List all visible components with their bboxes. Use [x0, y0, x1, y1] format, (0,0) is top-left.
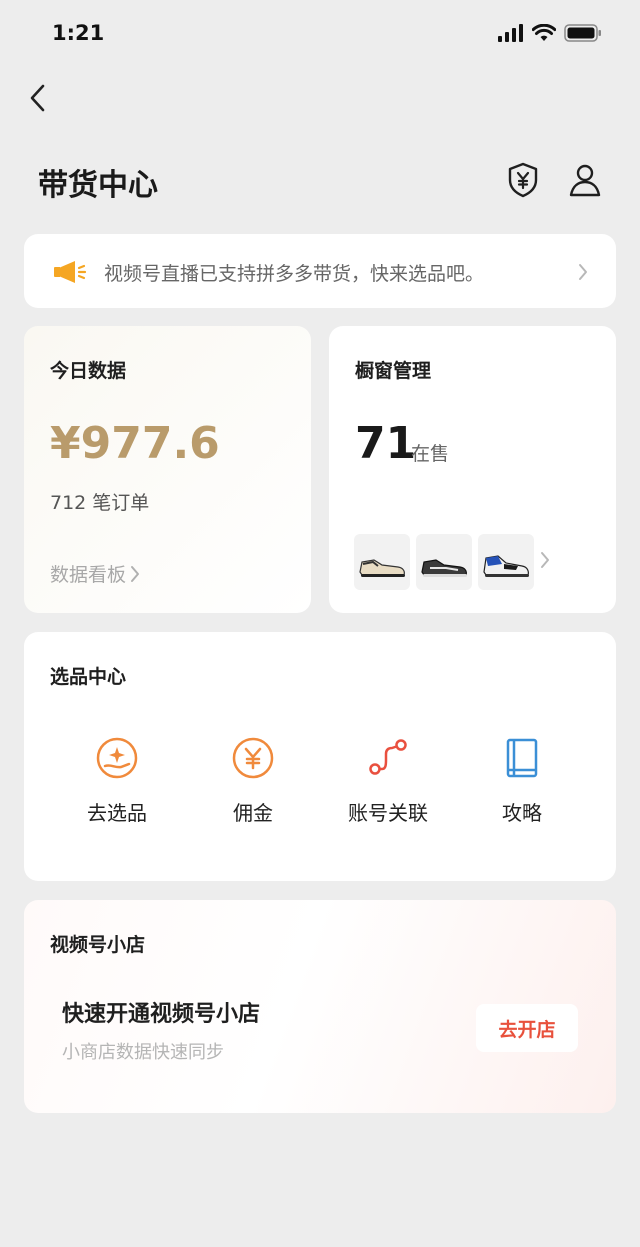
video-shop-headline: 快速开通视频号小店 [62, 1002, 261, 1027]
window-management-title: 橱窗管理 [355, 360, 432, 382]
link-path-icon [366, 736, 410, 780]
open-shop-button[interactable]: 去开店 [476, 1004, 578, 1052]
tool-label: 攻略 [502, 801, 542, 825]
sneaker-icon [359, 559, 405, 577]
selection-center-title: 选品中心 [50, 666, 127, 688]
chevron-right-icon [541, 552, 549, 568]
selection-center-card: 选品中心 去选品 佣金 账号关联 攻略 [24, 632, 616, 881]
today-data-card[interactable]: 今日数据 ¥977.6 712 笔订单 数据看板 [24, 326, 311, 613]
wifi-icon [532, 24, 556, 41]
signal-icon [498, 24, 523, 42]
sneaker-icon [483, 555, 529, 577]
dashboard-link-label: 数据看板 [50, 564, 127, 586]
profile-button[interactable] [567, 160, 603, 200]
yen-shield-icon [508, 162, 538, 198]
battery-icon [564, 24, 601, 42]
notice-banner[interactable]: 视频号直播已支持拼多多带货，快来选品吧。 [24, 234, 616, 308]
yen-coin-icon [231, 736, 275, 780]
chevron-right-icon [131, 565, 140, 582]
select-products-button[interactable]: 去选品 [67, 736, 167, 836]
megaphone-icon [54, 261, 87, 283]
page-title: 带货中心 [38, 168, 158, 203]
chevron-left-icon [30, 84, 45, 112]
window-status: 在售 [411, 443, 450, 465]
video-shop-title: 视频号小店 [50, 934, 146, 956]
product-thumbnail[interactable] [354, 534, 410, 590]
product-thumbnail[interactable] [478, 534, 534, 590]
window-count: 71 [355, 418, 417, 469]
video-shop-subtitle: 小商店数据快速同步 [62, 1042, 224, 1063]
commission-button[interactable]: 佣金 [203, 736, 303, 836]
guide-button[interactable]: 攻略 [472, 736, 572, 836]
today-amount: ¥977.6 [50, 418, 220, 469]
dashboard-link[interactable]: 数据看板 [50, 560, 140, 587]
chevron-right-icon [579, 264, 587, 280]
account-link-button[interactable]: 账号关联 [338, 736, 438, 836]
status-bar: 1:21 [0, 0, 640, 70]
hand-sparkle-icon [95, 736, 139, 780]
sneaker-icon [421, 559, 467, 577]
tool-label: 账号关联 [348, 801, 428, 825]
today-data-title: 今日数据 [50, 360, 127, 382]
status-icons [498, 24, 602, 42]
today-orders: 712 笔订单 [50, 492, 150, 514]
notice-text: 视频号直播已支持拼多多带货，快来选品吧。 [104, 263, 485, 285]
video-shop-card: 视频号小店 快速开通视频号小店 小商店数据快速同步 去开店 [24, 900, 616, 1113]
tool-label: 佣金 [233, 801, 273, 825]
yen-shield-button[interactable] [505, 160, 541, 200]
back-button[interactable] [22, 82, 52, 114]
user-icon [569, 164, 601, 197]
product-thumbnail[interactable] [416, 534, 472, 590]
status-time: 1:21 [52, 21, 105, 45]
tool-label: 去选品 [87, 801, 147, 825]
window-management-card[interactable]: 橱窗管理 71 在售 [329, 326, 616, 613]
book-icon [500, 736, 544, 780]
